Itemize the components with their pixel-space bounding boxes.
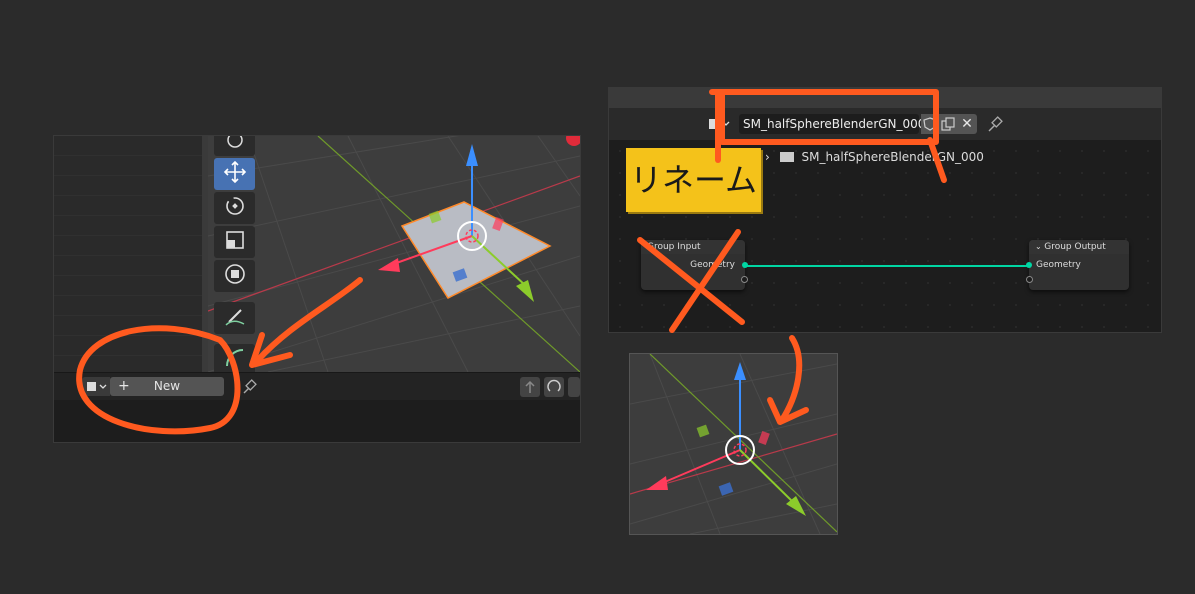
result-viewport[interactable] xyxy=(629,353,838,535)
viewport-scene xyxy=(208,136,580,372)
y-axis-arrow xyxy=(516,280,534,302)
z-axis-arrow xyxy=(734,362,746,380)
outliner-row[interactable] xyxy=(54,256,202,276)
empty-output-socket[interactable] xyxy=(741,276,748,283)
breadcrumb: › SM_halfSphereBlenderGN_000 xyxy=(765,150,984,164)
rename-annotation-label: リネーム xyxy=(626,148,761,212)
fake-user-button[interactable] xyxy=(921,114,939,134)
socket-label: Geometry xyxy=(690,260,735,270)
node-tree-type-icon xyxy=(82,381,110,400)
chevron-down-icon: ⌄ xyxy=(1035,242,1045,251)
rotate-tool-button[interactable] xyxy=(214,192,255,224)
viewport-scene xyxy=(630,354,837,534)
move-tool-icon xyxy=(223,160,247,188)
chevron-right-icon: › xyxy=(765,150,770,164)
annotate-tool-icon xyxy=(223,304,247,332)
rotate-tool-icon xyxy=(223,194,247,222)
group-output-node[interactable]: ⌄ Group Output Geometry xyxy=(1026,240,1129,290)
x-axis-arrow xyxy=(646,476,668,490)
measure-tool-icon xyxy=(223,346,247,374)
node-tree-type-icon xyxy=(779,152,794,162)
new-button-label: New xyxy=(153,379,181,393)
shield-icon xyxy=(921,117,939,138)
duplicate-button[interactable] xyxy=(939,114,957,134)
move-tool-button[interactable] xyxy=(214,158,255,190)
scale-tool-icon xyxy=(223,228,247,256)
group-input-node[interactable]: Group Input Geometry xyxy=(641,240,748,290)
breadcrumb-node-group: SM_halfSphereBlenderGN_000 xyxy=(801,150,984,164)
3d-viewport[interactable] xyxy=(208,136,580,372)
node-title: Group Input xyxy=(641,240,745,254)
node-tree-selector-button[interactable] xyxy=(705,114,735,134)
copy-icon xyxy=(939,117,957,138)
outliner-row[interactable] xyxy=(54,316,202,336)
new-node-group-button[interactable]: + New xyxy=(110,377,224,396)
outliner-row[interactable] xyxy=(54,276,202,296)
geometry-link[interactable] xyxy=(745,265,1029,267)
editor-type-button[interactable] xyxy=(82,377,110,396)
empty-input-socket[interactable] xyxy=(1026,276,1033,283)
header-right-buttons xyxy=(520,377,580,397)
pin-button[interactable] xyxy=(240,377,258,396)
overflow-button[interactable] xyxy=(568,377,580,397)
node-tree-type-icon xyxy=(705,119,735,138)
scale-tool-button[interactable] xyxy=(214,226,255,258)
outliner-row[interactable] xyxy=(54,176,202,196)
x-axis-arrow xyxy=(378,258,400,272)
outliner-area xyxy=(54,136,202,372)
transform-tool-button[interactable] xyxy=(214,260,255,292)
geometry-input-socket[interactable] xyxy=(1026,262,1032,268)
outliner-row[interactable] xyxy=(54,136,202,156)
outliner-row[interactable] xyxy=(54,216,202,236)
outliner-row[interactable] xyxy=(54,156,202,176)
node-title: ⌄ Group Output xyxy=(1029,240,1129,254)
socket-label: Geometry xyxy=(1036,260,1081,270)
node-group-name-field[interactable]: SM_halfSphereBlenderGN_000 xyxy=(739,114,925,134)
snap-toggle-button[interactable] xyxy=(544,377,564,397)
pin-icon xyxy=(240,379,258,400)
annotate-tool-button[interactable] xyxy=(214,302,255,334)
top-area-strip xyxy=(609,88,1161,108)
unlink-button[interactable]: ✕ xyxy=(957,114,977,134)
outliner-row[interactable] xyxy=(54,236,202,256)
pin-button[interactable] xyxy=(985,114,1005,134)
outliner-row[interactable] xyxy=(54,296,202,316)
pin-icon xyxy=(985,116,1005,138)
tool-shelf xyxy=(213,136,257,376)
node-editor-empty-area[interactable] xyxy=(54,400,580,442)
left-screenshot-panel: + New xyxy=(53,135,581,443)
outliner-row[interactable] xyxy=(54,336,202,356)
z-axis-arrow xyxy=(466,144,478,166)
parent-node-tree-button[interactable] xyxy=(520,377,540,397)
node-title-text: Group Output xyxy=(1044,242,1106,252)
transform-tool-icon xyxy=(223,262,247,290)
outliner-row[interactable] xyxy=(54,196,202,216)
cursor-tool[interactable] xyxy=(214,136,255,156)
